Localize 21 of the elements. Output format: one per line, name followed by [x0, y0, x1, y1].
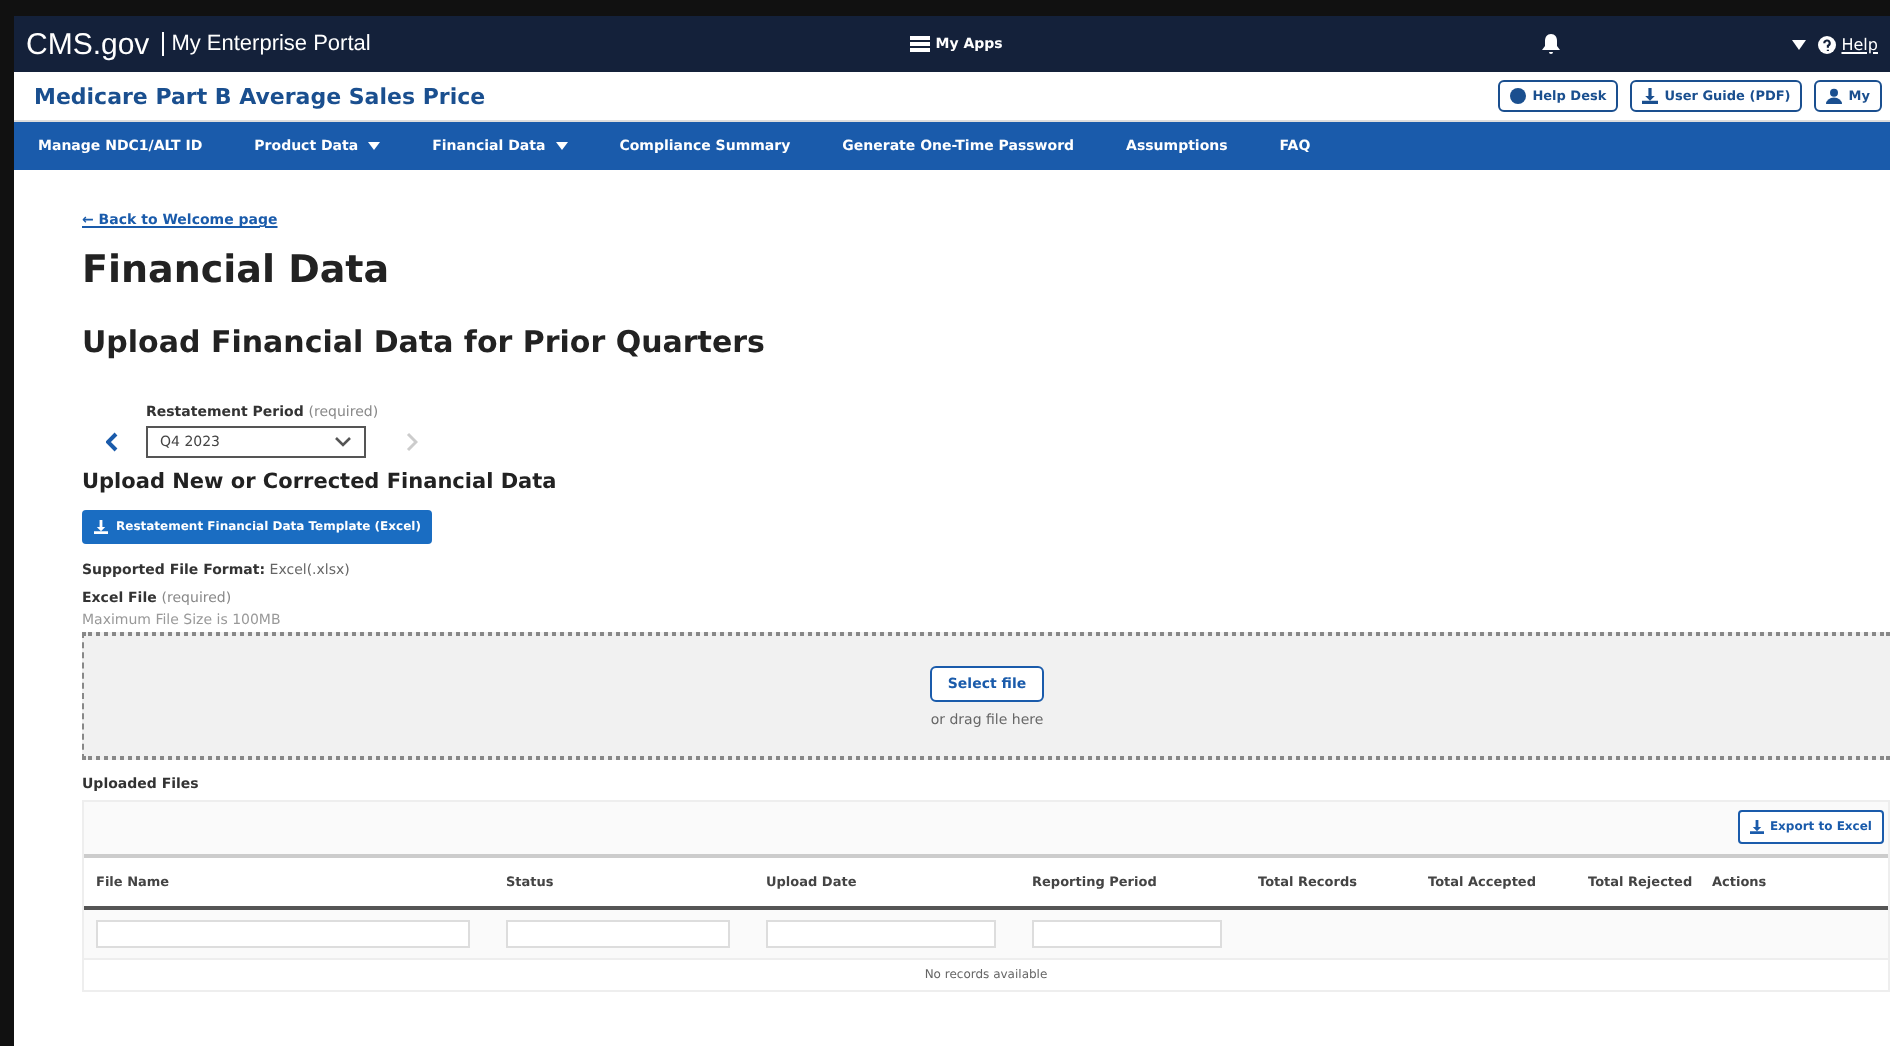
caret-icon[interactable] [1791, 39, 1806, 49]
previous-icon[interactable] [106, 431, 118, 451]
user-icon [1826, 88, 1843, 104]
section-title: Upload Financial Data for Prior Quarters [82, 324, 767, 360]
bell-icon[interactable] [1541, 34, 1560, 54]
chevron-icon [334, 436, 352, 448]
help-link[interactable]: Help [1817, 35, 1878, 53]
filter-field[interactable] [1032, 920, 1222, 948]
filter-field[interactable] [506, 920, 730, 948]
download-icon [1642, 88, 1659, 104]
app-title: Medicare Part B Average Sales Price [34, 83, 486, 109]
upload-title: Upload New or Corrected Financial Data [82, 470, 559, 494]
logo[interactable]: CMS.gov [26, 27, 150, 61]
filter-field[interactable] [96, 920, 470, 948]
portal-name: My Enterprise Portal [161, 32, 371, 56]
caret-icon [368, 142, 381, 150]
filter-field[interactable] [766, 920, 996, 948]
caret-icon [555, 142, 568, 150]
download-icon [94, 520, 108, 534]
page-title: Financial Data [82, 248, 392, 292]
download-icon [1749, 820, 1764, 834]
